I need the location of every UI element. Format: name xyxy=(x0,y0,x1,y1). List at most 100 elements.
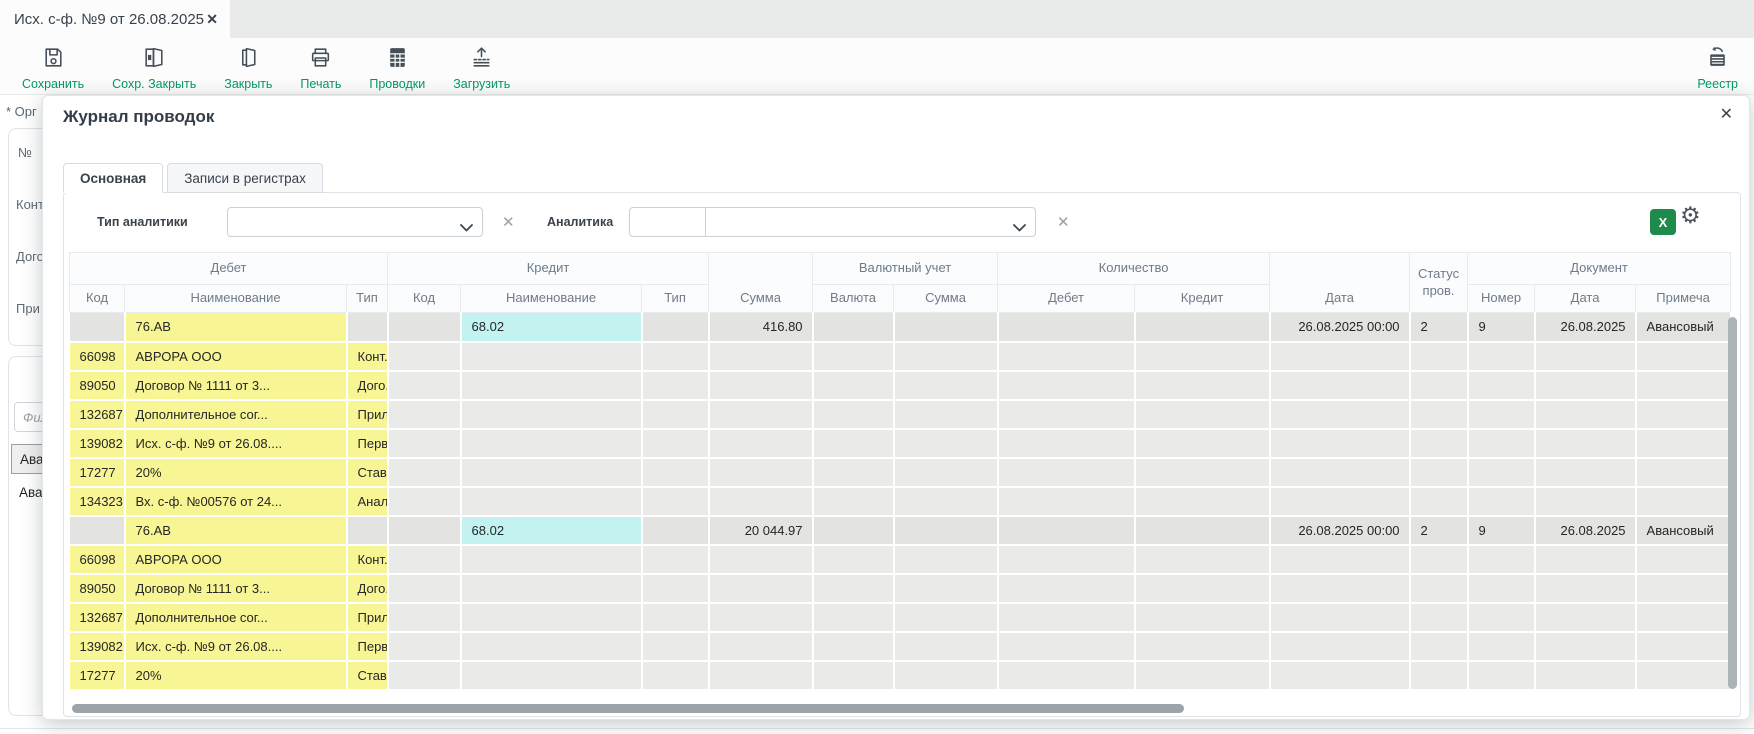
clear-analytics-icon[interactable]: ✕ xyxy=(1057,213,1070,231)
cell-d_name[interactable]: АВРОРА ООО xyxy=(125,545,347,574)
cell-cur_sum[interactable] xyxy=(894,632,998,661)
cell-k_name[interactable]: 68.02 xyxy=(461,313,642,342)
cell-num[interactable] xyxy=(1468,661,1535,690)
cell-k_name[interactable] xyxy=(461,632,642,661)
cell-num[interactable]: 9 xyxy=(1468,516,1535,545)
cell-q_debet[interactable] xyxy=(998,429,1135,458)
vertical-scrollbar-thumb[interactable] xyxy=(1728,317,1737,689)
cell-q_kredit[interactable] xyxy=(1135,400,1270,429)
cell-sum[interactable] xyxy=(709,632,813,661)
cell-cur_sum[interactable] xyxy=(894,574,998,603)
cell-note[interactable] xyxy=(1636,574,1731,603)
upload-button[interactable]: Загрузить xyxy=(453,45,510,91)
cell-num[interactable] xyxy=(1468,342,1535,371)
cell-date[interactable] xyxy=(1270,487,1410,516)
cell-cur_sum[interactable] xyxy=(894,603,998,632)
cell-num[interactable] xyxy=(1468,400,1535,429)
cell-d_code[interactable]: 66098 xyxy=(70,342,125,371)
cell-sum[interactable] xyxy=(709,400,813,429)
cell-k_name[interactable] xyxy=(461,603,642,632)
cell-note[interactable] xyxy=(1636,400,1731,429)
cell-d_name[interactable]: Исх. с-ф. №9 от 26.08.... xyxy=(125,632,347,661)
gear-icon[interactable]: ⚙ xyxy=(1680,205,1701,228)
cell-q_debet[interactable] xyxy=(998,545,1135,574)
cell-k_code[interactable] xyxy=(388,342,461,371)
cell-k_tip[interactable] xyxy=(642,603,709,632)
cell-num[interactable] xyxy=(1468,487,1535,516)
cell-q_debet[interactable] xyxy=(998,342,1135,371)
cell-doc_date[interactable] xyxy=(1535,487,1636,516)
cell-d_name[interactable]: 20% xyxy=(125,458,347,487)
cell-d_tip[interactable]: Перв... xyxy=(347,632,388,661)
cell-q_kredit[interactable] xyxy=(1135,487,1270,516)
cell-d_tip[interactable]: Конт... xyxy=(347,342,388,371)
analytics-row[interactable]: 132687Дополнительное сог...Прил... xyxy=(70,400,1731,429)
cell-k_tip[interactable] xyxy=(642,429,709,458)
cell-q_kredit[interactable] xyxy=(1135,574,1270,603)
cell-d_name[interactable]: Исх. с-ф. №9 от 26.08.... xyxy=(125,429,347,458)
cell-d_tip[interactable]: Конт... xyxy=(347,545,388,574)
cell-q_debet[interactable] xyxy=(998,487,1135,516)
cell-k_tip[interactable] xyxy=(642,516,709,545)
cell-currency[interactable] xyxy=(813,313,894,342)
cell-sum[interactable] xyxy=(709,603,813,632)
header-debit-code[interactable]: Код xyxy=(70,285,125,313)
cell-d_name[interactable]: Дополнительное сог... xyxy=(125,400,347,429)
header-credit-name[interactable]: Наименование xyxy=(461,285,642,313)
cell-d_tip[interactable]: Анал... xyxy=(347,487,388,516)
cell-status[interactable] xyxy=(1410,632,1468,661)
cell-date[interactable] xyxy=(1270,371,1410,400)
cell-k_code[interactable] xyxy=(388,458,461,487)
cell-status[interactable] xyxy=(1410,603,1468,632)
cell-k_name[interactable] xyxy=(461,400,642,429)
cell-status[interactable] xyxy=(1410,400,1468,429)
postings-button[interactable]: Проводки xyxy=(369,45,425,91)
cell-cur_sum[interactable] xyxy=(894,661,998,690)
analytics-row[interactable]: 139082Исх. с-ф. №9 от 26.08....Перв... xyxy=(70,429,1731,458)
cell-doc_date[interactable] xyxy=(1535,545,1636,574)
cell-q_kredit[interactable] xyxy=(1135,632,1270,661)
cell-note[interactable] xyxy=(1636,342,1731,371)
cell-k_code[interactable] xyxy=(388,313,461,342)
cell-num[interactable] xyxy=(1468,603,1535,632)
cell-q_kredit[interactable] xyxy=(1135,342,1270,371)
cell-k_name[interactable] xyxy=(461,371,642,400)
cell-cur_sum[interactable] xyxy=(894,371,998,400)
cell-k_name[interactable]: 68.02 xyxy=(461,516,642,545)
header-date[interactable]: Дата xyxy=(1270,253,1410,313)
cell-currency[interactable] xyxy=(813,632,894,661)
analytics-row[interactable]: 134323Вх. с-ф. №00576 от 24...Анал... xyxy=(70,487,1731,516)
cell-num[interactable] xyxy=(1468,574,1535,603)
cell-d_name[interactable]: Вх. с-ф. №00576 от 24... xyxy=(125,487,347,516)
cell-q_debet[interactable] xyxy=(998,371,1135,400)
cell-d_code[interactable]: 139082 xyxy=(70,429,125,458)
cell-q_kredit[interactable] xyxy=(1135,545,1270,574)
cell-sum[interactable] xyxy=(709,574,813,603)
dialog-close-icon[interactable]: ✕ xyxy=(1720,104,1733,124)
cell-k_code[interactable] xyxy=(388,632,461,661)
save-close-button[interactable]: Сохр. Закрыть xyxy=(112,45,196,91)
cell-k_code[interactable] xyxy=(388,603,461,632)
cell-q_kredit[interactable] xyxy=(1135,661,1270,690)
cell-currency[interactable] xyxy=(813,574,894,603)
header-doc-number[interactable]: Номер xyxy=(1468,285,1535,313)
cell-q_debet[interactable] xyxy=(998,632,1135,661)
cell-sum[interactable] xyxy=(709,661,813,690)
cell-sum[interactable]: 416.80 xyxy=(709,313,813,342)
cell-q_debet[interactable] xyxy=(998,400,1135,429)
cell-d_tip[interactable] xyxy=(347,516,388,545)
cell-d_code[interactable]: 139082 xyxy=(70,632,125,661)
cell-q_debet[interactable] xyxy=(998,661,1135,690)
cell-note[interactable] xyxy=(1636,603,1731,632)
cell-sum[interactable] xyxy=(709,429,813,458)
cell-currency[interactable] xyxy=(813,545,894,574)
cell-note[interactable] xyxy=(1636,429,1731,458)
cell-k_tip[interactable] xyxy=(642,313,709,342)
cell-d_code[interactable]: 134323 xyxy=(70,487,125,516)
cell-doc_date[interactable]: 26.08.2025 xyxy=(1535,313,1636,342)
cell-date[interactable] xyxy=(1270,603,1410,632)
cell-d_name[interactable]: Дополнительное сог... xyxy=(125,603,347,632)
analytics-code-input[interactable] xyxy=(629,207,706,237)
cell-sum[interactable] xyxy=(709,545,813,574)
analytics-row[interactable]: 66098АВРОРА ОООКонт... xyxy=(70,545,1731,574)
